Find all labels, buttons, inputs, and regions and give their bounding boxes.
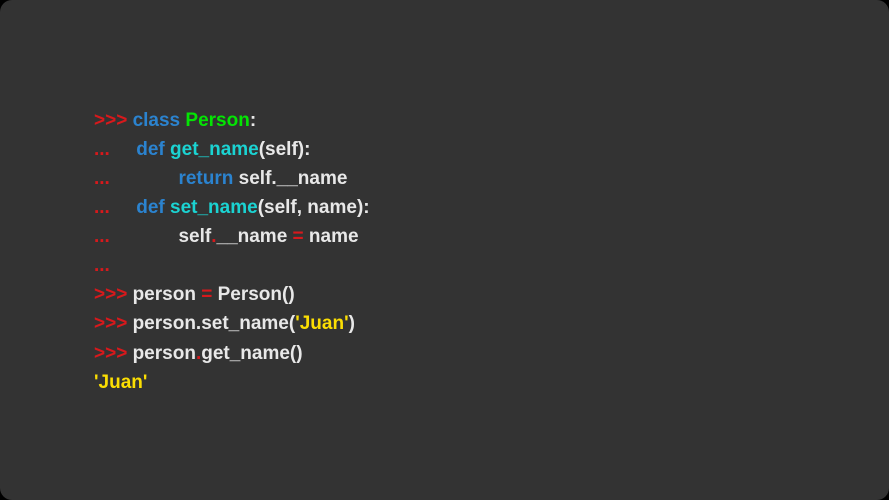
code-block: >>> class Person:... def get_name(self):…: [94, 106, 795, 397]
code-token: (self):: [259, 139, 311, 160]
code-token: def: [136, 139, 170, 160]
code-token: return: [178, 168, 238, 189]
code-token: __name: [217, 226, 293, 247]
code-token: =: [201, 284, 217, 305]
code-token: Person(): [218, 284, 295, 305]
code-token: >>>: [94, 110, 133, 131]
code-token: :: [250, 110, 256, 131]
code-token: ...: [94, 139, 136, 160]
code-token: get_name: [170, 139, 259, 160]
code-token: (self, name):: [258, 197, 370, 218]
code-token: =: [293, 226, 309, 247]
code-token: ...: [94, 255, 110, 276]
code-token: self: [178, 226, 211, 247]
code-token: >>>: [94, 313, 133, 334]
code-token: 'Juan': [94, 372, 147, 393]
code-token: >>>: [94, 343, 133, 364]
code-token: get_name(): [201, 343, 302, 364]
code-token: ): [349, 313, 355, 334]
code-token: Person: [185, 110, 249, 131]
code-token: ...: [94, 168, 178, 189]
code-line-8: >>> person.get_name(): [94, 339, 795, 368]
code-token: self.__name: [239, 168, 348, 189]
code-token: ...: [94, 197, 136, 218]
code-line-0: >>> class Person:: [94, 106, 795, 135]
code-line-5: ...: [94, 251, 795, 280]
code-line-4: ... self.__name = name: [94, 222, 795, 251]
code-token: 'Juan': [295, 313, 348, 334]
code-token: >>>: [94, 284, 133, 305]
code-token: def: [136, 197, 170, 218]
code-token: person: [133, 284, 202, 305]
code-line-1: ... def get_name(self):: [94, 135, 795, 164]
code-token: person.set_name(: [133, 313, 296, 334]
code-token: ...: [94, 226, 178, 247]
code-token: person: [133, 343, 196, 364]
code-token: set_name: [170, 197, 258, 218]
code-line-2: ... return self.__name: [94, 164, 795, 193]
code-token: name: [309, 226, 359, 247]
code-line-9: 'Juan': [94, 368, 795, 397]
code-line-3: ... def set_name(self, name):: [94, 193, 795, 222]
code-line-6: >>> person = Person(): [94, 280, 795, 309]
code-slide: >>> class Person:... def get_name(self):…: [0, 0, 889, 500]
code-token: class: [133, 110, 186, 131]
code-line-7: >>> person.set_name('Juan'): [94, 309, 795, 338]
